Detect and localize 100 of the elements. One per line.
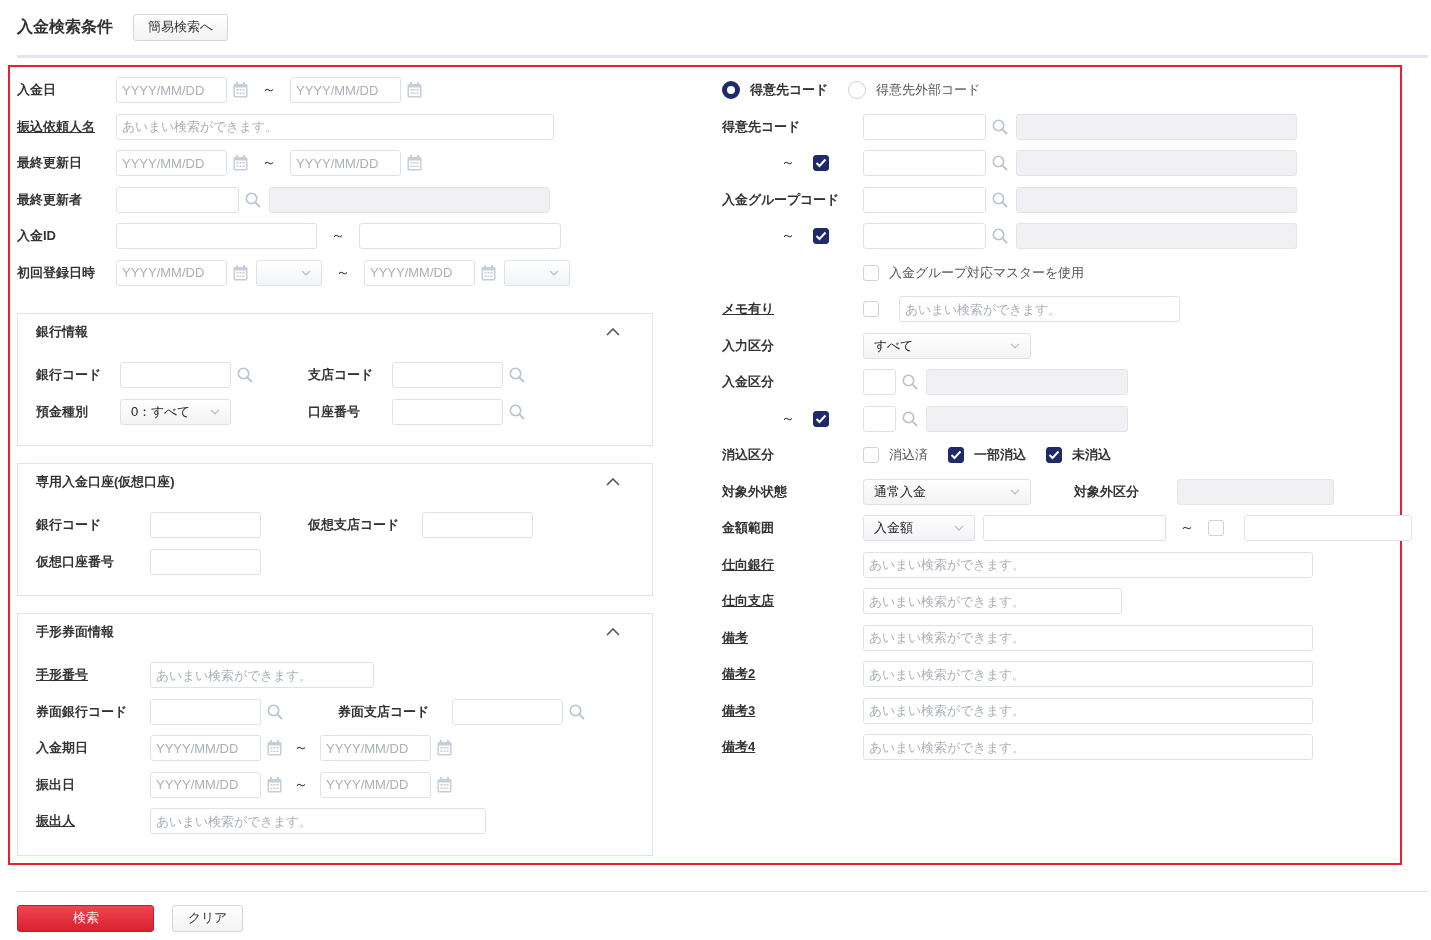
range-separator: ～ xyxy=(294,739,308,757)
search-button[interactable]: 検索 xyxy=(17,904,154,932)
input-field[interactable] xyxy=(1244,515,1412,541)
dropdown[interactable]: すべて xyxy=(863,332,1031,359)
input-field[interactable]: YYYY/MM/DD xyxy=(290,77,401,103)
input-field[interactable] xyxy=(150,698,261,725)
input-field[interactable]: YYYY/MM/DD xyxy=(150,771,261,798)
calendar-icon[interactable] xyxy=(267,776,282,793)
input-field[interactable]: YYYY/MM/DD xyxy=(116,77,227,103)
field-link[interactable]: 振出人 xyxy=(36,812,75,830)
field-label: 仮想支店コード xyxy=(308,516,399,534)
input-field[interactable] xyxy=(116,186,239,213)
simple-search-button[interactable]: 簡易検索へ xyxy=(133,13,228,41)
clear-button[interactable]: クリア xyxy=(172,904,243,932)
dropdown[interactable]: 通常入金 xyxy=(863,478,1031,505)
search-icon[interactable] xyxy=(267,703,283,720)
input-field[interactable]: YYYY/MM/DD xyxy=(150,735,261,761)
checkbox[interactable] xyxy=(813,228,829,244)
field-label: 入金ID xyxy=(17,227,56,245)
search-icon[interactable] xyxy=(992,118,1008,135)
calendar-icon[interactable] xyxy=(437,740,452,756)
input-field[interactable] xyxy=(116,223,317,249)
input-field[interactable]: YYYY/MM/DD xyxy=(116,259,227,286)
input-field[interactable] xyxy=(392,398,503,425)
input-field[interactable]: あいまい検索ができます。 xyxy=(863,624,1313,651)
input-field[interactable]: あいまい検索ができます。 xyxy=(150,808,486,834)
radio-button[interactable] xyxy=(722,81,740,99)
field-link[interactable]: メモ有り xyxy=(722,300,774,318)
section-title: 銀行情報 xyxy=(36,323,88,341)
search-icon[interactable] xyxy=(992,191,1008,208)
dropdown[interactable] xyxy=(504,259,570,286)
radio-label: 得意先コード xyxy=(750,81,828,99)
range-separator: ～ xyxy=(336,263,350,282)
chevron-up-icon[interactable] xyxy=(606,628,620,636)
search-icon[interactable] xyxy=(992,228,1008,244)
field-label: 最終更新者 xyxy=(17,190,82,209)
input-field[interactable] xyxy=(359,223,561,249)
search-icon[interactable] xyxy=(992,155,1008,171)
checkbox[interactable] xyxy=(1046,447,1062,463)
input-field[interactable] xyxy=(983,515,1166,541)
input-field[interactable]: YYYY/MM/DD xyxy=(364,259,475,286)
input-field[interactable] xyxy=(150,512,261,538)
calendar-icon[interactable] xyxy=(437,776,452,793)
input-field[interactable]: あいまい検索ができます。 xyxy=(116,113,554,140)
field-label: 対象外状態 xyxy=(722,482,787,501)
input-field[interactable] xyxy=(863,369,896,395)
input-field[interactable] xyxy=(392,362,503,388)
input-field[interactable] xyxy=(120,362,231,388)
chevron-up-icon[interactable] xyxy=(606,478,620,486)
input-field[interactable]: あいまい検索ができます。 xyxy=(863,661,1313,687)
search-icon[interactable] xyxy=(569,703,585,720)
search-icon[interactable] xyxy=(509,403,525,420)
calendar-icon[interactable] xyxy=(481,264,496,281)
calendar-icon[interactable] xyxy=(407,82,422,98)
search-icon[interactable] xyxy=(237,367,253,383)
field-link[interactable]: 備考2 xyxy=(722,665,756,683)
calendar-icon[interactable] xyxy=(267,740,282,756)
input-field[interactable] xyxy=(863,223,986,249)
search-icon[interactable] xyxy=(509,367,525,383)
input-field[interactable] xyxy=(863,113,986,140)
search-icon[interactable] xyxy=(902,374,918,390)
search-icon[interactable] xyxy=(902,410,918,427)
input-field[interactable] xyxy=(150,548,261,575)
input-field[interactable]: あいまい検索ができます。 xyxy=(863,697,1313,724)
field-link[interactable]: 仕向支店 xyxy=(722,592,774,610)
checkbox[interactable] xyxy=(813,155,829,171)
checkbox[interactable] xyxy=(813,410,829,427)
input-field[interactable]: あいまい検索ができます。 xyxy=(863,588,1122,614)
field-link[interactable]: 手形番号 xyxy=(36,666,88,684)
calendar-icon[interactable] xyxy=(407,155,422,171)
field-label: 預金種別 xyxy=(36,402,88,421)
input-field[interactable]: YYYY/MM/DD xyxy=(320,771,431,798)
input-field[interactable] xyxy=(863,405,896,432)
dropdown[interactable]: 入金額 xyxy=(863,515,975,541)
input-field[interactable] xyxy=(863,150,986,176)
input-field[interactable]: あいまい検索ができます。 xyxy=(863,551,1313,578)
field-link[interactable]: 備考 xyxy=(722,628,748,647)
input-field[interactable] xyxy=(452,698,563,725)
chevron-up-icon[interactable] xyxy=(606,328,620,336)
checkbox[interactable] xyxy=(948,447,964,463)
chevron-down-icon xyxy=(954,525,964,531)
input-field[interactable]: YYYY/MM/DD xyxy=(320,735,431,761)
input-field[interactable] xyxy=(422,512,533,538)
input-field[interactable]: YYYY/MM/DD xyxy=(290,150,401,176)
field-link[interactable]: 備考4 xyxy=(722,738,756,756)
field-link[interactable]: 振込依頼人名 xyxy=(17,117,95,136)
dropdown[interactable]: 0：すべて xyxy=(120,398,231,425)
calendar-icon[interactable] xyxy=(233,82,248,98)
chevron-down-icon xyxy=(210,408,220,415)
input-field[interactable] xyxy=(863,186,986,213)
field-link[interactable]: 備考3 xyxy=(722,701,756,720)
input-field[interactable]: あいまい検索ができます。 xyxy=(150,662,374,688)
input-field[interactable]: YYYY/MM/DD xyxy=(116,150,227,176)
field-link[interactable]: 仕向銀行 xyxy=(722,555,774,574)
input-field[interactable]: あいまい検索ができます。 xyxy=(899,296,1180,322)
calendar-icon[interactable] xyxy=(233,155,248,171)
calendar-icon[interactable] xyxy=(233,264,248,281)
dropdown[interactable] xyxy=(256,259,322,286)
input-field[interactable]: あいまい検索ができます。 xyxy=(863,734,1313,760)
search-icon[interactable] xyxy=(245,191,261,208)
